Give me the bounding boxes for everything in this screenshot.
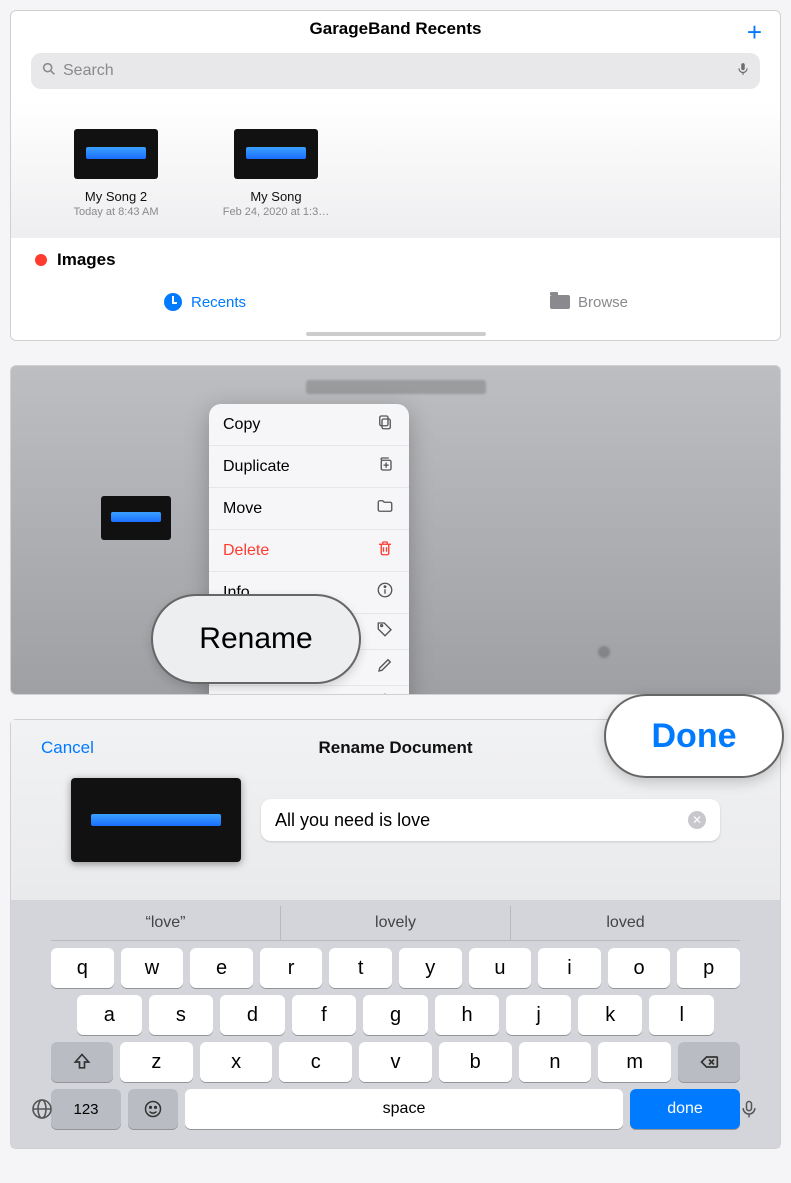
home-indicator xyxy=(306,332,486,336)
context-menu-panel: Copy Duplicate Move Delete Info xyxy=(10,365,781,695)
trash-icon xyxy=(375,539,395,562)
menu-item-share[interactable] xyxy=(209,686,409,695)
duplicate-icon xyxy=(375,455,395,478)
keyboard-suggestions: “love” lovely loved xyxy=(51,906,740,941)
share-icon xyxy=(375,692,395,695)
key-r[interactable]: r xyxy=(260,948,323,988)
clear-input-icon[interactable]: ✕ xyxy=(688,811,706,829)
keyboard: “love” lovely loved q w e r t y u i o p … xyxy=(11,900,780,1148)
key-123[interactable]: 123 xyxy=(51,1089,121,1129)
key-n[interactable]: n xyxy=(519,1042,592,1082)
file-date: Feb 24, 2020 at 1:3… xyxy=(223,206,329,218)
key-done[interactable]: done xyxy=(630,1089,740,1129)
page-title: GarageBand Recents xyxy=(310,19,482,39)
section-header: Images xyxy=(11,238,780,282)
menu-item-delete[interactable]: Delete xyxy=(209,530,409,572)
search-placeholder: Search xyxy=(63,62,114,80)
file-date: Today at 8:43 AM xyxy=(74,206,159,218)
key-z[interactable]: z xyxy=(120,1042,193,1082)
suggestion[interactable]: loved xyxy=(511,906,740,940)
file-item[interactable]: My Song 2 Today at 8:43 AM xyxy=(61,129,171,218)
suggestion[interactable]: “love” xyxy=(51,906,281,940)
search-input[interactable]: Search xyxy=(31,53,760,89)
folder-icon xyxy=(375,497,395,520)
callout-rename: Rename xyxy=(151,594,361,684)
pencil-icon xyxy=(375,656,395,679)
dialog-title: Rename Document xyxy=(319,738,473,758)
key-o[interactable]: o xyxy=(608,948,671,988)
menu-item-move[interactable]: Move xyxy=(209,488,409,530)
folder-icon xyxy=(550,292,570,312)
tag-dot-icon xyxy=(35,254,47,266)
copy-icon xyxy=(375,413,395,436)
key-u[interactable]: u xyxy=(469,948,532,988)
key-g[interactable]: g xyxy=(363,995,428,1035)
key-j[interactable]: j xyxy=(506,995,571,1035)
suggestion[interactable]: lovely xyxy=(281,906,511,940)
key-w[interactable]: w xyxy=(121,948,184,988)
cancel-button[interactable]: Cancel xyxy=(41,738,94,758)
file-name: My Song xyxy=(250,189,301,204)
blurred-title xyxy=(306,380,486,394)
key-space[interactable]: space xyxy=(185,1089,623,1129)
menu-item-duplicate[interactable]: Duplicate xyxy=(209,446,409,488)
file-thumbnail xyxy=(71,778,241,862)
menu-item-copy[interactable]: Copy xyxy=(209,404,409,446)
key-shift[interactable] xyxy=(51,1042,113,1082)
key-i[interactable]: i xyxy=(538,948,601,988)
file-grid: My Song 2 Today at 8:43 AM My Song Feb 2… xyxy=(11,99,780,238)
key-f[interactable]: f xyxy=(292,995,357,1035)
key-h[interactable]: h xyxy=(435,995,500,1035)
mic-icon[interactable] xyxy=(732,1092,766,1126)
key-k[interactable]: k xyxy=(578,995,643,1035)
key-emoji[interactable] xyxy=(128,1089,178,1129)
key-x[interactable]: x xyxy=(200,1042,273,1082)
clock-icon xyxy=(163,292,183,312)
key-l[interactable]: l xyxy=(649,995,714,1035)
callout-done: Done xyxy=(604,694,784,778)
key-d[interactable]: d xyxy=(220,995,285,1035)
blurred-element xyxy=(598,646,610,658)
key-s[interactable]: s xyxy=(149,995,214,1035)
key-backspace[interactable] xyxy=(678,1042,740,1082)
file-thumbnail xyxy=(101,496,171,540)
file-thumbnail xyxy=(234,129,318,179)
key-v[interactable]: v xyxy=(359,1042,432,1082)
tab-recents[interactable]: Recents xyxy=(163,292,246,312)
key-t[interactable]: t xyxy=(329,948,392,988)
info-icon xyxy=(375,581,395,604)
search-icon xyxy=(41,61,57,82)
add-button[interactable]: + xyxy=(747,17,762,48)
file-name: My Song 2 xyxy=(85,189,147,204)
bottom-tab-bar: Recents Browse xyxy=(11,282,780,332)
key-b[interactable]: b xyxy=(439,1042,512,1082)
dictate-icon[interactable] xyxy=(736,60,750,83)
key-m[interactable]: m xyxy=(598,1042,671,1082)
tab-browse[interactable]: Browse xyxy=(550,292,628,312)
key-c[interactable]: c xyxy=(279,1042,352,1082)
key-e[interactable]: e xyxy=(190,948,253,988)
key-a[interactable]: a xyxy=(77,995,142,1035)
tag-icon xyxy=(375,620,395,643)
key-y[interactable]: y xyxy=(399,948,462,988)
file-thumbnail xyxy=(74,129,158,179)
rename-dialog-panel: Cancel Rename Document Done All you need… xyxy=(10,719,781,1149)
rename-input-value: All you need is love xyxy=(275,810,430,831)
globe-icon[interactable] xyxy=(25,1092,59,1126)
rename-input[interactable]: All you need is love ✕ xyxy=(261,799,720,841)
recents-browser-panel: GarageBand Recents + Search My Song 2 To… xyxy=(10,10,781,341)
key-q[interactable]: q xyxy=(51,948,114,988)
file-item[interactable]: My Song Feb 24, 2020 at 1:3… xyxy=(221,129,331,218)
key-p[interactable]: p xyxy=(677,948,740,988)
